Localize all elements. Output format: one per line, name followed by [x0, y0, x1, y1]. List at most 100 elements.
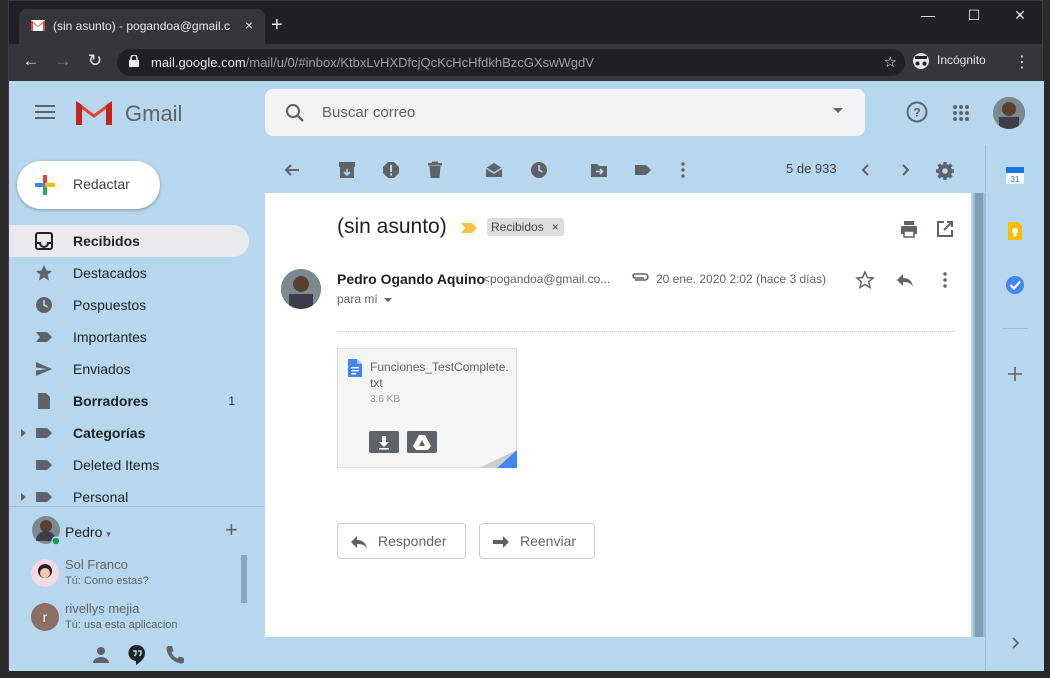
message-scrollbar[interactable] [973, 193, 985, 637]
message-more-icon[interactable] [935, 270, 955, 290]
more-options-icon[interactable] [674, 161, 692, 179]
star-message-icon[interactable] [855, 270, 875, 290]
new-chat-button[interactable]: + [225, 517, 238, 543]
importance-marker-icon[interactable] [461, 223, 477, 233]
gmail-favicon-icon [31, 20, 45, 31]
sidebar-item-deleted-items[interactable]: Deleted Items [9, 449, 249, 481]
help-icon[interactable]: ? [906, 101, 928, 123]
print-icon[interactable] [899, 219, 919, 239]
contacts-icon[interactable] [89, 643, 113, 667]
chat-last-message: Tú: usa esta aplicacion [65, 619, 178, 631]
expand-arrow-icon[interactable] [21, 493, 26, 501]
chat-item[interactable]: Sol Franco Tú: Como estas? [31, 555, 251, 595]
sidebar-item-inbox[interactable]: Recibidos [9, 225, 249, 257]
hangouts-chat-icon[interactable] [125, 643, 149, 667]
browser-menu-icon[interactable]: ⋮ [1014, 52, 1030, 72]
browser-tab[interactable]: (sin asunto) - pogandoa@gmail.c × [19, 9, 265, 44]
message-subject: (sin asunto) [337, 215, 447, 238]
newer-chevron-icon[interactable] [857, 161, 875, 179]
sidebar-item-sent[interactable]: Enviados [9, 353, 249, 385]
minimize-button[interactable]: — [905, 7, 951, 23]
sidebar-item-label: Personal [73, 489, 129, 505]
archive-icon[interactable] [338, 161, 356, 179]
save-to-drive-button[interactable] [407, 431, 437, 453]
recipient-text: para mí [337, 292, 378, 306]
desktop: (sin asunto) - pogandoa@gmail.c × + — ☐ … [0, 0, 1050, 678]
maximize-button[interactable]: ☐ [951, 7, 997, 24]
label-chip-inbox[interactable]: Recibidos × [487, 218, 564, 236]
report-spam-icon[interactable] [382, 161, 400, 179]
scrollbar-thumb[interactable] [975, 193, 983, 637]
close-window-button[interactable]: ✕ [997, 7, 1043, 24]
attachment-card[interactable]: Funciones_TestComplete.txt 3.6 KB [337, 348, 517, 468]
drafts-count: 1 [228, 394, 235, 408]
older-chevron-icon[interactable] [896, 161, 914, 179]
phone-call-icon[interactable] [163, 643, 187, 667]
chat-contact-name: Sol Franco [65, 557, 128, 572]
sidebar-item-label: Enviados [73, 361, 131, 377]
important-icon [36, 332, 52, 342]
back-icon[interactable]: ← [19, 51, 43, 71]
bookmark-star-icon[interactable]: ☆ [884, 53, 897, 71]
move-to-icon[interactable] [590, 161, 608, 179]
reload-icon[interactable]: ↻ [83, 51, 107, 71]
mark-unread-icon[interactable] [485, 161, 503, 179]
attachment-clip-icon [632, 273, 649, 281]
hangouts-scrollbar[interactable] [241, 555, 247, 603]
remove-label-icon[interactable]: × [552, 218, 559, 236]
reply-button[interactable]: Responder [337, 523, 466, 559]
hangouts-user-avatar[interactable] [31, 515, 61, 545]
compose-label: Redactar [73, 176, 130, 192]
labels-icon[interactable] [634, 161, 652, 179]
sidebar-item-starred[interactable]: Destacados [9, 257, 249, 289]
search-options-icon[interactable] [833, 108, 843, 113]
reply-label: Responder [378, 533, 447, 549]
sender-avatar[interactable] [281, 269, 321, 309]
chat-item[interactable]: r rivellys mejia Tú: usa esta aplicacion [31, 599, 251, 639]
sidebar-item-important[interactable]: Importantes [9, 321, 249, 353]
new-tab-button[interactable]: + [271, 15, 283, 35]
tasks-icon[interactable] [1005, 275, 1025, 295]
reply-arrow-icon [351, 536, 367, 549]
label-icon [36, 492, 52, 502]
expand-arrow-icon[interactable] [21, 429, 26, 437]
sidebar-item-drafts[interactable]: Borradores 1 [9, 385, 249, 417]
add-addon-icon[interactable] [1005, 364, 1025, 384]
search-bar[interactable]: Buscar correo [265, 89, 865, 136]
account-avatar[interactable] [993, 97, 1025, 129]
address-bar[interactable]: mail.google.com/mail/u/0/#inbox/KtbxLvHX… [117, 49, 905, 76]
delete-icon[interactable] [426, 161, 444, 179]
search-icon [286, 104, 304, 122]
apps-grid-icon[interactable] [952, 104, 970, 122]
reply-icon[interactable] [895, 270, 915, 290]
recipient-details[interactable]: para mí [337, 292, 392, 306]
snooze-icon[interactable] [530, 161, 548, 179]
gmail-logo-icon [76, 101, 112, 125]
forward-label: Reenviar [520, 533, 577, 549]
sidebar-item-label: Importantes [73, 329, 147, 345]
hangouts-user-name[interactable]: Pedro ▾ [65, 524, 111, 540]
incognito-indicator[interactable]: Incógnito [911, 53, 986, 69]
main-menu-icon[interactable] [35, 105, 55, 119]
keep-icon[interactable] [1005, 221, 1025, 241]
url-text: mail.google.com/mail/u/0/#inbox/KtbxLvHX… [151, 55, 594, 70]
recipient-dropdown-icon [383, 297, 392, 302]
sidebar-item-label: Categorías [73, 425, 146, 441]
forward-button[interactable]: Reenviar [479, 523, 595, 559]
search-input[interactable]: Buscar correo [322, 104, 415, 121]
expand-panel-chevron-icon[interactable] [1005, 633, 1025, 653]
calendar-icon[interactable]: 31 [1005, 165, 1025, 185]
back-to-inbox-icon[interactable] [283, 161, 301, 179]
forward-icon[interactable]: → [51, 51, 75, 71]
open-new-window-icon[interactable] [935, 219, 955, 239]
compose-button[interactable]: Redactar [17, 161, 160, 209]
sender-name[interactable]: Pedro Ogando Aquino [337, 271, 485, 287]
message-view: (sin asunto) Recibidos × Pedro Ogando Aqu… [265, 193, 971, 637]
sidebar-item-label: Borradores [73, 393, 149, 409]
star-icon [36, 265, 52, 281]
sidebar-item-snoozed[interactable]: Pospuestos [9, 289, 249, 321]
download-attachment-button[interactable] [369, 431, 399, 453]
tab-close-icon[interactable]: × [241, 17, 257, 33]
sidebar-item-categories[interactable]: Categorías [9, 417, 249, 449]
settings-gear-icon[interactable] [935, 161, 955, 181]
